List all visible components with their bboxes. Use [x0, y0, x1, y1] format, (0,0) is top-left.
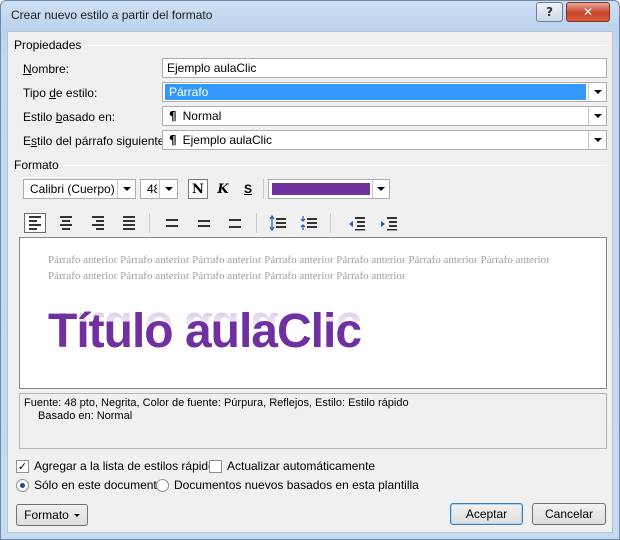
chevron-down-icon [377, 187, 385, 191]
name-label: Nombre: [23, 62, 70, 76]
toolbar-separator [256, 213, 257, 233]
font-color-dropdown-button[interactable] [372, 180, 389, 198]
increase-indent-icon [381, 217, 397, 231]
font-size-select[interactable]: 48 [140, 179, 178, 199]
align-center-button[interactable] [55, 213, 77, 233]
justify-icon [123, 216, 135, 230]
checkbox-checked-icon: ✓ [16, 459, 29, 473]
increase-indent-button[interactable] [378, 213, 400, 233]
description-line-1: Fuente: 48 pto, Negrita, Color de fuente… [24, 397, 409, 409]
double-spacing-button[interactable] [224, 213, 246, 233]
chevron-down-icon [73, 513, 80, 517]
paragraph-icon: ¶ [169, 109, 177, 123]
align-center-icon [60, 216, 72, 230]
chevron-down-icon [593, 138, 602, 142]
italic-icon: K [217, 181, 229, 197]
next-style-value: Ejemplo aulaClic [182, 133, 273, 147]
style-description: Fuente: 48 pto, Negrita, Color de fuente… [19, 393, 607, 449]
style-preview-pane: Párrafo anterior Párrafo anterior Párraf… [19, 237, 607, 389]
single-spacing-button[interactable] [161, 213, 183, 233]
double-spacing-icon [229, 218, 241, 228]
single-spacing-icon [166, 219, 178, 227]
style-type-select[interactable]: Párrafo [162, 82, 607, 102]
radio-icon [156, 478, 169, 492]
add-to-quick-styles-checkbox[interactable]: ✓ Agregar a la lista de estilos rápidos [16, 459, 221, 473]
help-button[interactable]: ? [536, 2, 563, 22]
chevron-down-icon [593, 90, 602, 94]
font-select[interactable]: Calibri (Cuerpo) [23, 179, 136, 199]
based-on-select[interactable]: ¶ Normal [162, 106, 607, 126]
help-icon: ? [546, 5, 553, 19]
close-icon: ✕ [582, 5, 594, 19]
increase-paragraph-spacing-icon [269, 215, 286, 231]
next-style-label: Estilo del párrafo siguiente: [23, 134, 168, 148]
decrease-spacing-button[interactable] [298, 213, 320, 233]
style-type-label: Tipo de estilo: [23, 86, 98, 100]
toolbar-separator [330, 213, 331, 233]
one-half-spacing-button[interactable] [193, 213, 215, 233]
font-value: Calibri (Cuerpo) [30, 182, 115, 196]
style-type-value: Párrafo [165, 84, 586, 100]
new-documents-template-radio[interactable]: Documentos nuevos basados en esta planti… [156, 478, 419, 492]
underline-button[interactable]: S [238, 179, 258, 199]
decrease-indent-button[interactable] [346, 213, 368, 233]
add-to-quick-styles-label: Agregar a la lista de estilos rápidos [34, 459, 221, 473]
align-left-button[interactable] [24, 213, 46, 233]
based-on-label: Estilo basado en: [23, 110, 116, 124]
bold-icon: N [192, 181, 204, 197]
cancel-button[interactable]: Cancelar [532, 503, 606, 525]
only-this-document-label: Sólo en este documento [34, 478, 164, 492]
one-half-spacing-icon [198, 219, 210, 227]
based-on-value: Normal [182, 109, 222, 123]
accept-button[interactable]: Aceptar [450, 503, 523, 525]
based-on-dropdown-button[interactable] [588, 107, 606, 125]
toolbar-separator [263, 179, 264, 199]
properties-group-label: Propiedades [14, 38, 82, 52]
close-button[interactable]: ✕ [566, 2, 610, 22]
next-style-dropdown-button[interactable] [588, 131, 606, 149]
underline-icon: S [243, 182, 252, 196]
format-group-label: Formato [14, 158, 59, 172]
radio-selected-icon [16, 478, 29, 492]
format-menu-button[interactable]: Formato [16, 504, 88, 526]
preview-previous-paragraph: Párrafo anterior Párrafo anterior Párraf… [48, 254, 550, 282]
italic-button[interactable]: K [213, 179, 233, 199]
font-size-value: 48 [147, 182, 157, 196]
font-size-dropdown-button[interactable] [159, 180, 177, 198]
font-color-swatch [272, 183, 370, 195]
increase-spacing-button[interactable] [267, 213, 289, 233]
format-divider [63, 165, 607, 166]
format-menu-label: Formato [24, 508, 69, 522]
chevron-down-icon [593, 114, 602, 118]
style-type-dropdown-button[interactable] [588, 83, 606, 101]
chevron-down-icon [122, 187, 131, 191]
paragraph-icon: ¶ [169, 133, 177, 147]
chevron-down-icon [164, 187, 173, 191]
new-documents-template-label: Documentos nuevos basados en esta planti… [174, 478, 419, 492]
font-dropdown-button[interactable] [117, 180, 135, 198]
align-left-icon [29, 216, 41, 230]
bold-button[interactable]: N [188, 179, 208, 199]
description-line-2: Basado en: Normal [38, 410, 133, 422]
title-bar: Crear nuevo estilo a partir del formato … [1, 1, 619, 29]
decrease-paragraph-spacing-icon [300, 216, 317, 230]
dialog-window: Crear nuevo estilo a partir del formato … [0, 0, 620, 540]
decrease-indent-icon [349, 217, 365, 231]
align-right-button[interactable] [87, 213, 109, 233]
auto-update-label: Actualizar automáticamente [227, 459, 376, 473]
checkbox-icon [209, 459, 222, 473]
auto-update-checkbox[interactable]: Actualizar automáticamente [209, 459, 375, 473]
toolbar-separator [149, 213, 150, 233]
preview-title-reflection: Título aulaClic [48, 302, 362, 355]
name-input[interactable]: Ejemplo aulaClic [162, 58, 607, 78]
justify-button[interactable] [118, 213, 140, 233]
only-this-document-radio[interactable]: Sólo en este documento [16, 478, 163, 492]
properties-divider [81, 45, 607, 46]
align-right-icon [92, 216, 104, 230]
font-color-select[interactable] [268, 179, 390, 199]
next-style-select[interactable]: ¶ Ejemplo aulaClic [162, 130, 607, 150]
window-title: Crear nuevo estilo a partir del formato [11, 8, 213, 22]
